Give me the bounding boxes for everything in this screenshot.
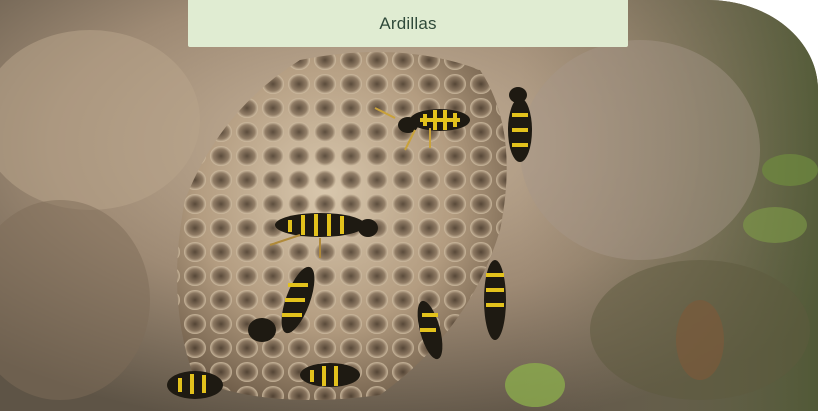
wasp-nest-photo [0,0,818,411]
title-banner: Ardillas [188,0,628,47]
card-title: Ardillas [379,13,437,33]
image-card[interactable]: Ardillas [0,0,818,411]
